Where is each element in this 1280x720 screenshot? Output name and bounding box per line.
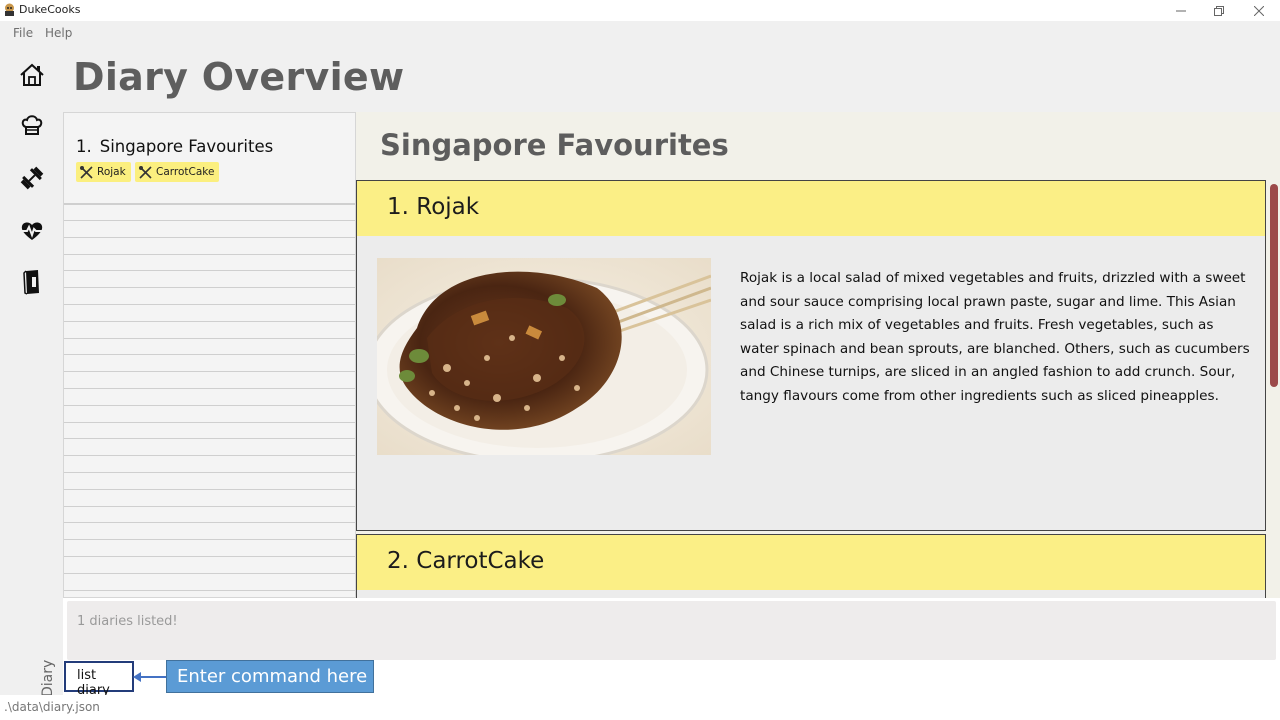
window-title: DukeCooks bbox=[19, 3, 81, 16]
diary-index: 1. bbox=[76, 137, 92, 156]
scroll-thumb[interactable] bbox=[1270, 184, 1278, 387]
page-card: 1. Rojak Rojak is a local salad of mixed… bbox=[356, 180, 1266, 531]
diary-pages[interactable]: 1. Rojak Rojak is a local salad of mixed… bbox=[356, 180, 1280, 598]
tag-carrotcake: CarrotCake bbox=[135, 162, 220, 182]
empty-list-row bbox=[64, 473, 355, 490]
page-header: Diary Overview bbox=[63, 45, 1280, 112]
result-display: 1 diaries listed! bbox=[67, 601, 1276, 660]
empty-list-row bbox=[64, 205, 355, 221]
title-bar: DukeCooks bbox=[0, 0, 1280, 21]
chef-hat-icon bbox=[21, 115, 43, 135]
sidebar-item-recipes[interactable] bbox=[18, 111, 46, 139]
page-card: 2. CarrotCake bbox=[356, 534, 1266, 598]
app-logo-icon bbox=[5, 3, 14, 16]
empty-list-row bbox=[64, 255, 355, 272]
tag-label: Rojak bbox=[97, 166, 126, 178]
empty-list-row bbox=[64, 238, 355, 255]
command-row: list diary Enter command here bbox=[63, 660, 1280, 698]
empty-list-row bbox=[64, 373, 355, 389]
empty-list-row bbox=[64, 305, 355, 322]
empty-list-row bbox=[64, 557, 355, 574]
sidebar-item-diary[interactable] bbox=[18, 268, 46, 296]
empty-list-row bbox=[64, 339, 355, 356]
dumbbell-icon bbox=[20, 166, 44, 190]
close-button[interactable] bbox=[1240, 0, 1278, 21]
callout-arrowhead bbox=[133, 672, 141, 682]
sidebar-item-home[interactable] bbox=[18, 61, 46, 89]
page-title-rojak: 1. Rojak bbox=[387, 194, 480, 220]
diary-title: Singapore Favourites bbox=[99, 137, 274, 156]
empty-list-row bbox=[64, 507, 355, 524]
result-area: 1 diaries listed! bbox=[63, 598, 1280, 660]
detail-scrollbar[interactable] bbox=[1267, 180, 1280, 598]
tag-label: CarrotCake bbox=[156, 166, 215, 178]
close-icon bbox=[1254, 5, 1264, 16]
empty-list-row bbox=[64, 524, 355, 541]
sidebar-item-health[interactable] bbox=[18, 217, 46, 245]
empty-list-row bbox=[64, 322, 355, 339]
sidebar-section-label: Diary bbox=[40, 659, 56, 697]
empty-list-row bbox=[64, 356, 355, 373]
empty-list-row bbox=[64, 490, 355, 507]
utensils-icon bbox=[80, 165, 93, 179]
empty-list-row bbox=[64, 541, 355, 557]
rojak-image bbox=[377, 258, 711, 455]
empty-list-row bbox=[64, 591, 355, 597]
command-input[interactable]: list diary bbox=[64, 661, 134, 698]
empty-list-row bbox=[64, 440, 355, 457]
home-icon bbox=[20, 63, 44, 86]
sidebar-item-exercise[interactable] bbox=[18, 164, 46, 192]
empty-list-row bbox=[64, 574, 355, 591]
menu-file[interactable]: File bbox=[13, 26, 33, 40]
status-bar: .\data\diary.json bbox=[0, 695, 1280, 720]
sidebar: Diary bbox=[0, 45, 63, 697]
utensils-icon bbox=[139, 165, 152, 179]
restore-button[interactable] bbox=[1200, 0, 1238, 21]
detail-header: Singapore Favourites bbox=[356, 112, 1280, 180]
command-callout: Enter command here bbox=[166, 660, 374, 693]
save-location: .\data\diary.json bbox=[4, 700, 100, 714]
detail-title: Singapore Favourites bbox=[380, 128, 729, 162]
restore-icon bbox=[1214, 5, 1224, 16]
diary-name: 1. Singapore Favourites bbox=[76, 137, 273, 156]
heartbeat-icon bbox=[21, 222, 43, 240]
page-card-header: 2. CarrotCake bbox=[357, 535, 1265, 590]
empty-list-row bbox=[64, 457, 355, 473]
empty-list-row bbox=[64, 423, 355, 440]
menu-bar: File Help bbox=[0, 21, 1280, 45]
empty-list-row bbox=[64, 389, 355, 406]
page-card-header: 1. Rojak bbox=[357, 181, 1265, 236]
page-title: Diary Overview bbox=[73, 55, 405, 99]
result-text: 1 diaries listed! bbox=[77, 614, 178, 629]
empty-list-row bbox=[64, 289, 355, 305]
list-item[interactable]: 1. Singapore Favourites Rojak CarrotCake bbox=[64, 113, 355, 205]
tag-rojak: Rojak bbox=[76, 162, 131, 182]
minimize-button[interactable] bbox=[1162, 0, 1200, 21]
book-icon bbox=[23, 270, 39, 295]
page-title-carrotcake: 2. CarrotCake bbox=[387, 548, 545, 574]
empty-list-row bbox=[64, 406, 355, 423]
empty-list-row bbox=[64, 272, 355, 289]
minimize-icon bbox=[1176, 10, 1186, 11]
page-description: Rojak is a local salad of mixed vegetabl… bbox=[740, 270, 1250, 404]
diary-list[interactable]: 1. Singapore Favourites Rojak CarrotCake bbox=[63, 112, 356, 598]
empty-list-row bbox=[64, 221, 355, 238]
menu-help[interactable]: Help bbox=[45, 26, 72, 40]
